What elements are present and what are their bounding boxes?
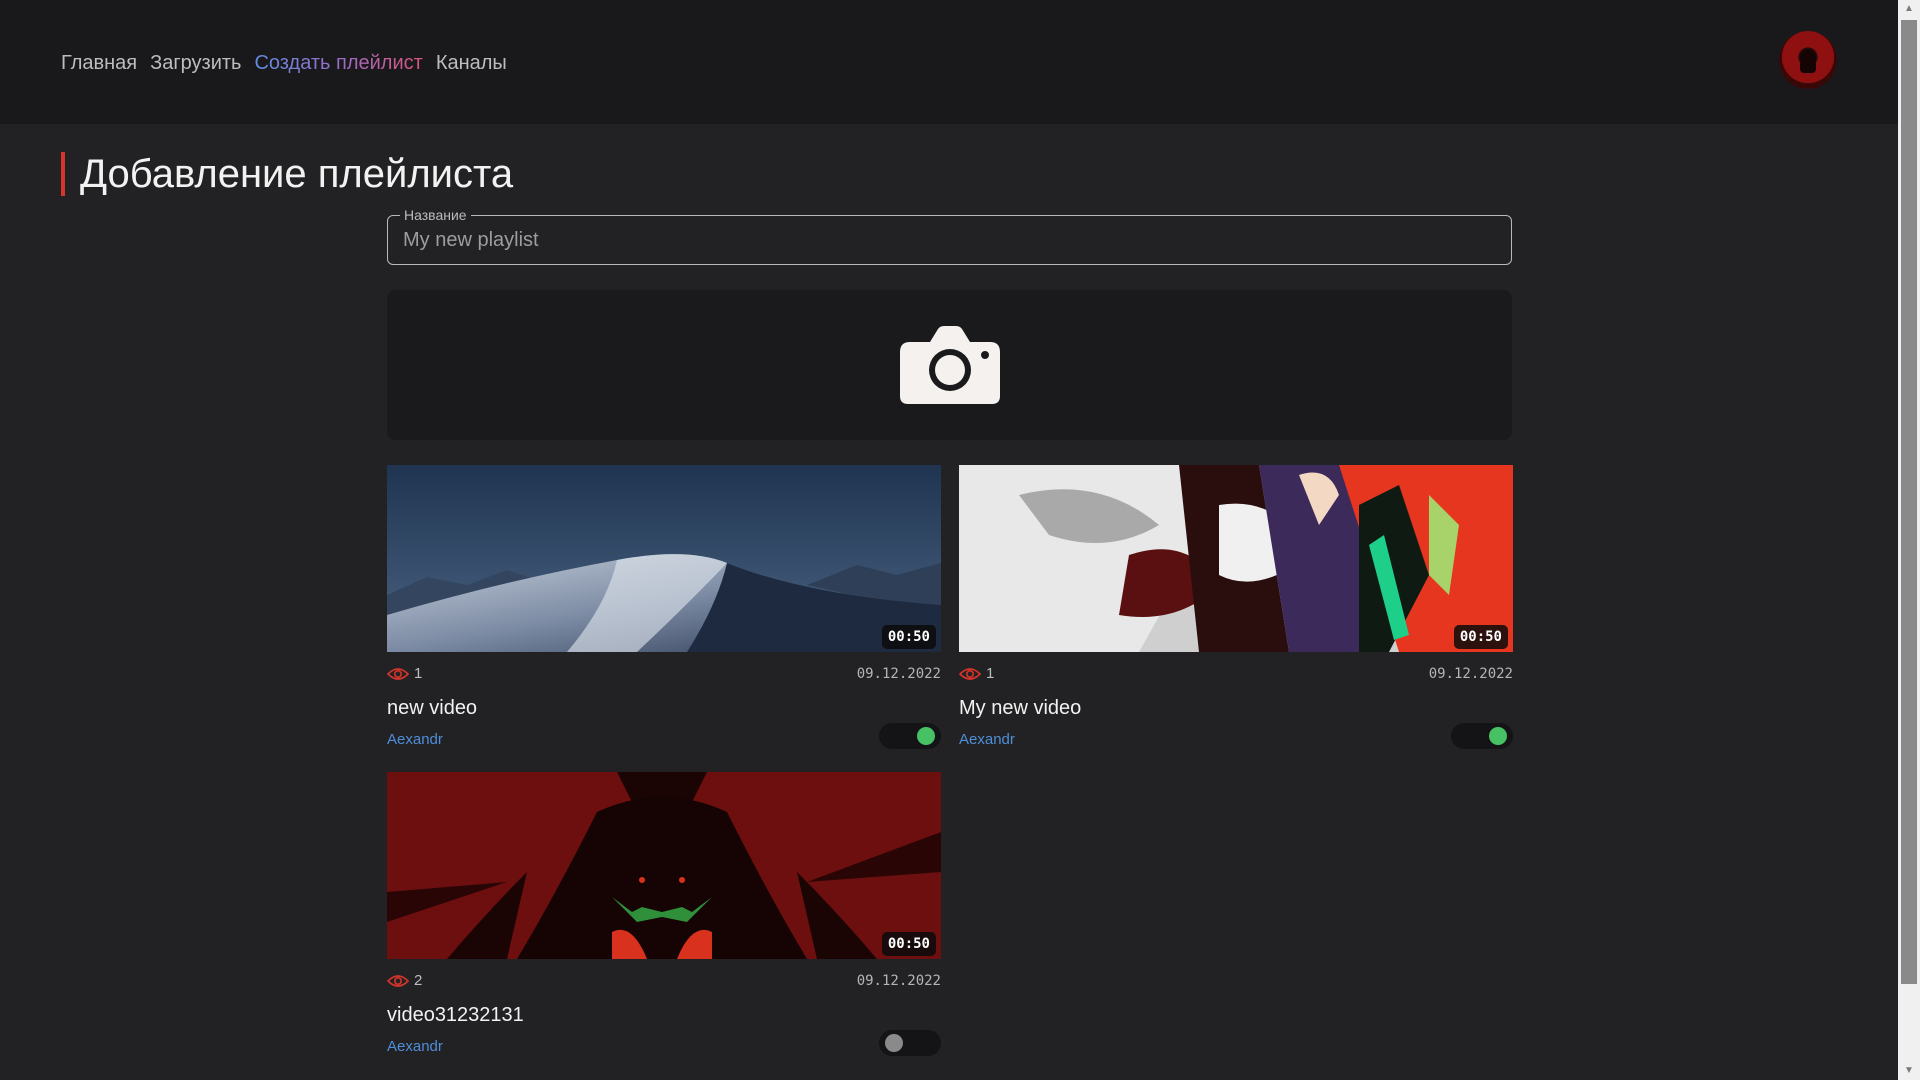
video-author-link[interactable]: Aexandr xyxy=(387,731,443,749)
eye-icon xyxy=(959,668,981,680)
video-thumbnail[interactable]: 00:50 xyxy=(387,772,941,959)
nav-create-playlist[interactable]: Создать плейлист xyxy=(254,50,422,76)
video-author-link[interactable]: Aexandr xyxy=(387,1038,443,1056)
playlist-name-field: Название xyxy=(387,207,1512,265)
video-thumbnail[interactable]: 00:50 xyxy=(387,465,941,652)
scroll-thumb[interactable] xyxy=(1901,20,1917,984)
video-card: 00:50 1 09.12.2022 My new video Aexandr xyxy=(959,465,1513,765)
video-title[interactable]: My new video xyxy=(959,696,1081,720)
video-card: 00:50 1 09.12.2022 new video Aexandr xyxy=(387,465,941,765)
view-count: 1 xyxy=(986,665,995,682)
video-meta: 1 09.12.2022 xyxy=(959,664,1513,684)
red-anime-thumbnail-image xyxy=(387,772,941,959)
nav-upload[interactable]: Загрузить xyxy=(150,50,241,76)
toggle-knob xyxy=(885,1034,903,1052)
video-title[interactable]: video31232131 xyxy=(387,1003,524,1027)
scroll-down-arrow-icon[interactable]: ▼ xyxy=(1898,1062,1920,1080)
user-avatar[interactable] xyxy=(1779,31,1837,89)
toggle-knob xyxy=(917,727,935,745)
video-meta: 2 09.12.2022 xyxy=(387,971,941,991)
view-count: 1 xyxy=(414,665,423,682)
page-title: Добавление плейлиста xyxy=(61,152,513,196)
video-duration: 00:50 xyxy=(881,932,936,956)
video-thumbnail[interactable]: 00:50 xyxy=(959,465,1513,652)
upload-date: 09.12.2022 xyxy=(856,973,941,989)
eye-icon xyxy=(387,975,409,987)
playlist-name-input[interactable] xyxy=(388,216,1511,264)
add-to-playlist-toggle[interactable] xyxy=(1451,723,1513,749)
page-scrollbar[interactable]: ▲ ▼ xyxy=(1898,0,1920,1080)
add-to-playlist-toggle[interactable] xyxy=(879,1030,941,1056)
nav-home[interactable]: Главная xyxy=(61,50,137,76)
desert-thumbnail-image xyxy=(387,465,941,652)
upload-date: 09.12.2022 xyxy=(1428,666,1513,682)
camera-icon xyxy=(900,326,1000,404)
eye-icon xyxy=(387,668,409,680)
video-author-link[interactable]: Aexandr xyxy=(959,731,1015,749)
video-title[interactable]: new video xyxy=(387,696,477,720)
view-count: 2 xyxy=(414,972,423,989)
video-meta: 1 09.12.2022 xyxy=(387,664,941,684)
top-navigation-bar: Главная Загрузить Создать плейлист Канал… xyxy=(0,0,1898,124)
main-nav: Главная Загрузить Создать плейлист Канал… xyxy=(61,50,507,76)
video-duration: 00:50 xyxy=(881,625,936,649)
video-duration: 00:50 xyxy=(1453,625,1508,649)
scroll-up-arrow-icon[interactable]: ▲ xyxy=(1898,0,1920,18)
upload-date: 09.12.2022 xyxy=(856,666,941,682)
toggle-knob xyxy=(1489,727,1507,745)
cover-upload-area[interactable] xyxy=(387,290,1512,440)
video-card: 00:50 2 09.12.2022 video31232131 Aexandr xyxy=(387,772,941,1072)
add-to-playlist-toggle[interactable] xyxy=(879,723,941,749)
nav-channels[interactable]: Каналы xyxy=(436,50,507,76)
anime-thumbnail-image xyxy=(959,465,1513,652)
